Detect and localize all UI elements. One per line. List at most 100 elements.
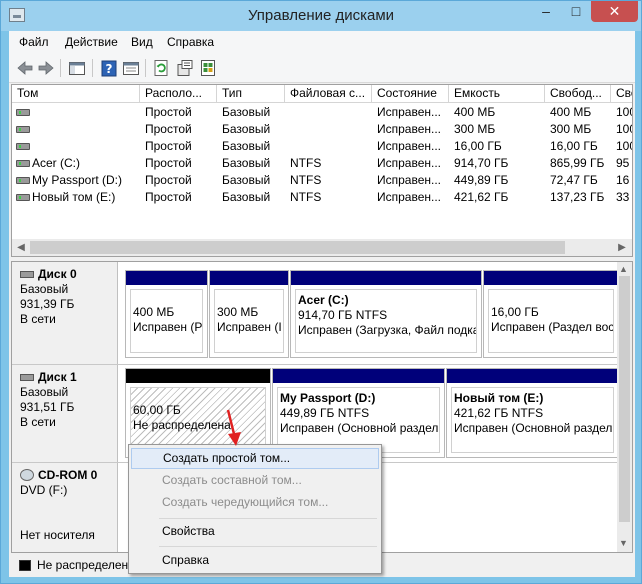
- disk-1-size: 931,51 ГБ: [20, 400, 75, 414]
- toolbar-separator: [60, 59, 61, 77]
- cdrom-0-type: DVD (F:): [20, 483, 68, 497]
- disk-1-partition-new-volume-e[interactable]: Новый том (E:) 421,62 ГБ NTFS Исправен (…: [446, 368, 619, 458]
- cell-type: Базовый: [222, 122, 271, 136]
- menu-help-item[interactable]: Справка: [131, 550, 379, 571]
- partition-title: My Passport (D:): [280, 391, 376, 405]
- show-pane-icon[interactable]: [121, 58, 141, 78]
- column-header-type[interactable]: Тип: [217, 85, 285, 103]
- scroll-right-icon[interactable]: ▶: [616, 242, 628, 253]
- disk-1-type: Базовый: [20, 385, 69, 399]
- disk-0-partition-acer-c[interactable]: Acer (C:) 914,70 ГБ NTFS Исправен (Загру…: [290, 270, 482, 358]
- volume-list[interactable]: Том Располо... Тип Файловая с... Состоян…: [11, 84, 633, 257]
- menu-action[interactable]: Действие: [65, 35, 118, 49]
- cell-filesystem: NTFS: [290, 156, 322, 170]
- volume-name: Новый том (E:): [32, 190, 116, 204]
- forward-arrow-icon[interactable]: [36, 58, 56, 78]
- disk-0-partition-recovery[interactable]: 16,00 ГБ Исправен (Раздел восс: [483, 270, 619, 358]
- cell-volume: [12, 121, 140, 138]
- cell-percent-free: 16: [616, 173, 630, 187]
- horizontal-scrollbar[interactable]: ◀ ▶: [12, 239, 632, 256]
- cell-layout: Простой: [145, 173, 192, 187]
- refresh-icon[interactable]: [151, 58, 171, 78]
- partition-status: Исправен (Загрузка, Файл подка: [298, 323, 477, 337]
- volume-drive-icon: [16, 109, 30, 116]
- column-header-capacity[interactable]: Емкость: [449, 85, 545, 103]
- cell-status: Исправен...: [377, 105, 442, 119]
- cell-type: Базовый: [222, 190, 271, 204]
- partition-title: Новый том (E:): [454, 391, 544, 405]
- context-menu[interactable]: Создать простой том... Создать составной…: [128, 444, 382, 574]
- menu-view[interactable]: Вид: [131, 35, 153, 49]
- partition-size: 421,62 ГБ NTFS: [454, 406, 544, 420]
- column-header-status[interactable]: Состояние: [372, 85, 449, 103]
- volume-list-row[interactable]: Acer (C:) Простой Базовый NTFS Исправен... 91…: [12, 155, 632, 172]
- cell-free-space: 72,47 ГБ: [550, 173, 598, 187]
- column-header-percent-free[interactable]: Сво: [611, 85, 632, 103]
- cell-filesystem: [285, 121, 372, 138]
- back-arrow-icon[interactable]: [15, 58, 35, 78]
- scroll-down-icon[interactable]: ▼: [619, 538, 628, 548]
- close-button[interactable]: ✕: [591, 1, 638, 22]
- cell-layout: Простой: [145, 156, 192, 170]
- cell-status: Исправен...: [377, 190, 442, 204]
- partition-status: Исправен (Основной раздел: [454, 421, 613, 435]
- cell-free-space: 400 МБ: [550, 105, 592, 119]
- cell-capacity: 914,70 ГБ: [454, 156, 509, 170]
- column-header-filesystem[interactable]: Файловая с...: [285, 85, 372, 103]
- disk-0-size: 931,39 ГБ: [20, 297, 75, 311]
- disk-0-partition-1[interactable]: 400 МБ Исправен (Р: [125, 270, 208, 358]
- minimize-button[interactable]: –: [531, 1, 561, 22]
- rescan-icon[interactable]: [198, 58, 218, 78]
- volume-list-row[interactable]: My Passport (D:) Простой Базовый NTFS Исправ…: [12, 172, 632, 189]
- menu-create-striped-volume[interactable]: Создать чередующийся том...: [131, 492, 379, 513]
- disk-1-label[interactable]: Диск 1 Базовый 931,51 ГБ В сети: [12, 365, 118, 462]
- column-header-free-space[interactable]: Свобод...: [545, 85, 611, 103]
- vertical-scroll-thumb[interactable]: [619, 276, 630, 522]
- volume-drive-icon: [16, 160, 30, 167]
- disk-0-type: Базовый: [20, 282, 69, 296]
- volume-list-row[interactable]: Простой Базовый Исправен... 400 МБ 400 МБ 100: [12, 104, 632, 121]
- cell-filesystem: NTFS: [290, 173, 322, 187]
- column-header-volume[interactable]: Том: [12, 85, 140, 103]
- menu-create-spanned-volume[interactable]: Создать составной том...: [131, 470, 379, 491]
- menu-file[interactable]: Файл: [19, 35, 49, 49]
- menu-help[interactable]: Справка: [167, 35, 214, 49]
- cdrom-0-label[interactable]: CD-ROM 0 DVD (F:) Нет носителя: [12, 463, 118, 552]
- help-icon[interactable]: ?: [99, 58, 119, 78]
- cell-capacity: 16,00 ГБ: [454, 139, 502, 153]
- cell-free-space: 137,23 ГБ: [550, 190, 605, 204]
- toolbar-separator: [92, 59, 93, 77]
- disk-0-partition-2[interactable]: 300 МБ Исправен (I: [209, 270, 289, 358]
- cdrom-0-status: Нет носителя: [20, 528, 95, 542]
- cell-type: Базовый: [222, 105, 271, 119]
- horizontal-scroll-thumb[interactable]: [30, 241, 565, 254]
- column-header-layout[interactable]: Располо...: [140, 85, 217, 103]
- scroll-left-icon[interactable]: ◀: [15, 242, 27, 253]
- properties-icon[interactable]: [175, 58, 195, 78]
- scroll-up-icon[interactable]: ▲: [619, 264, 628, 274]
- cell-type: Базовый: [222, 139, 271, 153]
- menu-create-simple-volume[interactable]: Создать простой том...: [131, 448, 379, 469]
- hard-disk-icon: [20, 374, 34, 381]
- vertical-scrollbar[interactable]: ▲ ▼: [617, 262, 632, 552]
- menu-properties[interactable]: Свойства: [131, 521, 379, 542]
- volume-drive-icon: [16, 177, 30, 184]
- maximize-button[interactable]: □: [562, 1, 590, 22]
- cell-filesystem: [285, 138, 372, 155]
- cell-volume: [12, 104, 140, 121]
- cell-percent-free: 100: [616, 105, 632, 119]
- partition-status: Не распределена: [133, 418, 231, 432]
- volume-list-row[interactable]: Простой Базовый Исправен... 16,00 ГБ 16,00 Г…: [12, 138, 632, 155]
- partition-status: Исправен (I: [217, 320, 282, 334]
- disk-0-label[interactable]: Диск 0 Базовый 931,39 ГБ В сети: [12, 262, 118, 364]
- volume-list-row[interactable]: Простой Базовый Исправен... 300 МБ 300 МБ 100: [12, 121, 632, 138]
- cell-type: Базовый: [222, 156, 271, 170]
- menu-separator: [159, 518, 377, 519]
- console-tree-icon[interactable]: [67, 58, 87, 78]
- partition-title: Acer (C:): [298, 293, 349, 307]
- cell-volume: Acer (C:): [12, 155, 140, 172]
- cell-layout: Простой: [145, 122, 192, 136]
- volume-list-row[interactable]: Новый том (E:) Простой Базовый NTFS Исправен…: [12, 189, 632, 206]
- cell-percent-free: 100: [616, 139, 632, 153]
- title-bar[interactable]: Управление дисками – □ ✕: [1, 1, 641, 31]
